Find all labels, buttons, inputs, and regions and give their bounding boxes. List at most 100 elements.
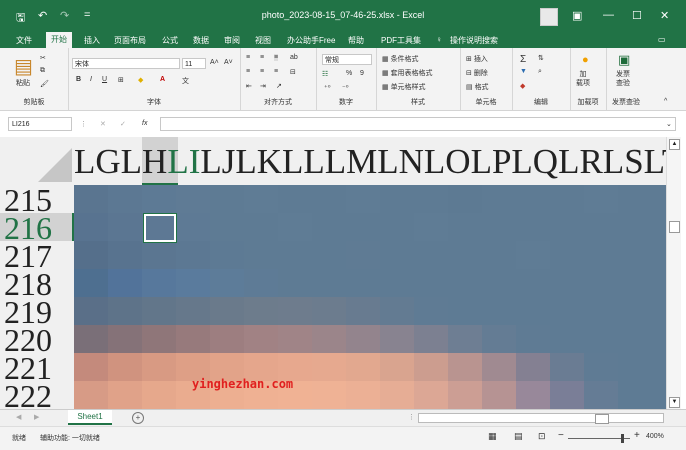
- page-break-icon[interactable]: ⊡: [538, 431, 546, 442]
- comments-icon[interactable]: ▭: [658, 35, 666, 44]
- percent-style-button[interactable]: %: [346, 70, 352, 77]
- select-all-button[interactable]: [0, 137, 74, 185]
- conditional-formatting-button[interactable]: ▦ 条件格式: [382, 54, 419, 64]
- bottom-align-icon[interactable]: ≡: [274, 54, 279, 61]
- accounting-format-icon[interactable]: ☷: [322, 70, 328, 78]
- formula-input[interactable]: [160, 117, 676, 131]
- next-sheet-icon[interactable]: ▶: [34, 413, 39, 421]
- center-align-icon[interactable]: ≡: [260, 68, 264, 75]
- tab-formulas[interactable]: 公式: [162, 35, 178, 46]
- cell-styles-button[interactable]: ▦ 单元格样式: [382, 82, 426, 92]
- zoom-out-button[interactable]: −: [558, 430, 564, 441]
- left-align-icon[interactable]: ≡: [246, 68, 250, 75]
- collapse-ribbon-icon[interactable]: ^: [664, 98, 667, 105]
- insert-function-icon[interactable]: fx: [142, 120, 147, 127]
- paste-icon[interactable]: ▤: [14, 54, 33, 79]
- tab-help[interactable]: 帮助: [348, 35, 364, 46]
- horizontal-scroll-thumb[interactable]: [595, 414, 609, 424]
- insert-cells-button[interactable]: ⊞ 插入: [466, 54, 488, 64]
- sheet-tab-sheet1[interactable]: Sheet1: [68, 410, 112, 425]
- maximize-button[interactable]: ☐: [632, 9, 642, 22]
- active-cell[interactable]: [144, 214, 176, 242]
- merge-center-icon[interactable]: ⊟: [290, 68, 296, 76]
- accessibility-status[interactable]: 辅助功能: 一切就绪: [40, 433, 100, 443]
- prev-sheet-icon[interactable]: ◀: [16, 413, 21, 421]
- orientation-icon[interactable]: ↗: [276, 82, 282, 90]
- fill-icon[interactable]: ▼: [520, 68, 527, 75]
- enter-icon[interactable]: ✓: [120, 120, 126, 128]
- delete-cells-button[interactable]: ⊟ 删除: [466, 68, 488, 78]
- decrease-decimal-icon[interactable]: ⁻⁰: [342, 84, 349, 92]
- font-color-icon[interactable]: A: [160, 76, 165, 83]
- shrink-font-icon[interactable]: A˅: [224, 59, 233, 66]
- zoom-in-button[interactable]: +: [634, 430, 640, 441]
- font-name-select[interactable]: 宋体: [72, 58, 180, 69]
- bold-button[interactable]: B: [76, 76, 81, 83]
- format-as-table-button[interactable]: ▦ 套用表格格式: [382, 68, 433, 78]
- comma-style-button[interactable]: 9: [360, 70, 364, 77]
- addins-button[interactable]: 加 载项: [576, 70, 590, 88]
- tab-file[interactable]: 文件: [16, 35, 32, 46]
- cut-icon[interactable]: ✂: [40, 54, 46, 62]
- borders-icon[interactable]: ⊞: [118, 76, 124, 84]
- minimize-button[interactable]: —: [603, 9, 614, 21]
- normal-view-icon[interactable]: ▦: [488, 431, 497, 442]
- addins-icon[interactable]: ●: [582, 54, 589, 66]
- zoom-slider-knob[interactable]: [621, 434, 624, 443]
- clear-icon[interactable]: ◆: [520, 82, 525, 90]
- tab-pdf-tools[interactable]: PDF工具集: [381, 35, 421, 46]
- tab-office-assistant[interactable]: 办公助手Free: [287, 35, 335, 46]
- close-button[interactable]: ✕: [660, 9, 669, 22]
- add-sheet-button[interactable]: +: [132, 412, 144, 424]
- name-box[interactable]: LI216: [8, 117, 72, 131]
- format-painter-icon[interactable]: 🖌: [40, 80, 49, 88]
- tab-insert[interactable]: 插入: [84, 35, 100, 46]
- format-cells-button[interactable]: ▤ 格式: [466, 82, 489, 92]
- paste-button[interactable]: 粘贴: [16, 78, 30, 88]
- column-header-labels[interactable]: LGLHLILJLKLLLMLNLOLPLQLRLSLTLULVLW: [74, 143, 666, 181]
- account-avatar[interactable]: [540, 8, 558, 26]
- tab-home[interactable]: 开始: [46, 32, 72, 48]
- column-headers[interactable]: LGLHLILJLKLLLMLNLOLPLQLRLSLTLULVLW: [74, 137, 666, 186]
- font-size-select[interactable]: 11: [182, 58, 206, 69]
- scroll-up-icon[interactable]: ▲: [669, 139, 680, 150]
- tab-data[interactable]: 数据: [193, 35, 209, 46]
- increase-indent-icon[interactable]: ⇥: [260, 82, 266, 90]
- scroll-down-icon[interactable]: ▼: [669, 397, 680, 408]
- worksheet-grid[interactable]: LGLHLILJLKLLLMLNLOLPLQLRLSLTLULVLW 215 2…: [0, 137, 666, 409]
- phonetic-icon[interactable]: 文: [182, 76, 189, 86]
- find-select-icon[interactable]: ⌕: [538, 68, 542, 76]
- top-align-icon[interactable]: ≡: [246, 54, 250, 61]
- tab-split-handle[interactable]: ⋮: [408, 413, 415, 421]
- increase-decimal-icon[interactable]: ⁺⁰: [324, 84, 331, 92]
- decrease-indent-icon[interactable]: ⇤: [246, 82, 252, 90]
- expand-formula-icon[interactable]: ⌄: [666, 120, 672, 128]
- cell-area[interactable]: [74, 185, 666, 409]
- autosum-button[interactable]: Σ: [520, 54, 526, 65]
- zoom-level[interactable]: 400%: [646, 433, 664, 440]
- row-header-222[interactable]: 222: [4, 380, 52, 409]
- middle-align-icon[interactable]: ≡: [260, 54, 264, 61]
- cancel-icon[interactable]: ✕: [100, 120, 106, 128]
- tab-page-layout[interactable]: 页面布局: [114, 35, 146, 46]
- horizontal-scrollbar[interactable]: [418, 413, 664, 424]
- tell-me-search[interactable]: 操作说明搜索: [450, 35, 498, 46]
- invoice-check-button[interactable]: 发票 查验: [616, 70, 630, 88]
- invoice-check-icon[interactable]: ▣: [618, 52, 630, 68]
- vertical-scroll-thumb[interactable]: [669, 221, 680, 233]
- tab-view[interactable]: 视图: [255, 35, 271, 46]
- vertical-scrollbar[interactable]: ▲ ▼: [666, 137, 681, 409]
- page-layout-icon[interactable]: ▤: [514, 431, 523, 442]
- fill-color-icon[interactable]: ◆: [138, 76, 143, 84]
- sort-filter-icon[interactable]: ⇅: [538, 54, 544, 62]
- row-headers[interactable]: 215 216 217 218 219 220 221 222: [0, 185, 74, 409]
- underline-button[interactable]: U: [102, 76, 107, 83]
- copy-icon[interactable]: ⧉: [40, 67, 45, 75]
- wrap-text-icon[interactable]: ab: [290, 54, 298, 61]
- grow-font-icon[interactable]: A˄: [210, 59, 219, 66]
- right-align-icon[interactable]: ≡: [274, 68, 278, 75]
- italic-button[interactable]: I: [90, 76, 92, 83]
- tab-review[interactable]: 审阅: [224, 35, 240, 46]
- ribbon-display-options-icon[interactable]: ▣: [572, 9, 582, 22]
- number-format-select[interactable]: 常规: [322, 54, 372, 65]
